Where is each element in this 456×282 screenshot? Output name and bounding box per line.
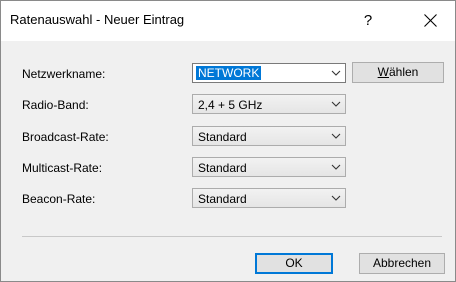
broadcast-rate-label: Broadcast-Rate: [22,130,109,144]
chevron-down-icon [331,164,341,170]
cancel-button[interactable]: Abbrechen [359,253,445,274]
chevron-down-icon [331,101,341,107]
beacon-rate-select[interactable]: Standard [192,188,346,208]
choose-button-label: ählen [388,65,419,79]
network-name-combobox[interactable]: NETWORK [192,63,346,83]
choose-button[interactable]: Wählen [352,62,444,83]
choose-button-mnemonic: W [377,65,389,79]
close-icon [424,14,437,27]
multicast-rate-label: Multicast-Rate: [22,161,103,175]
chevron-down-icon [331,195,341,201]
dialog-title: Ratenauswahl - Neuer Eintrag [10,12,185,27]
broadcast-rate-select[interactable]: Standard [192,126,346,146]
radio-band-label: Radio-Band: [22,98,89,112]
ok-button[interactable]: OK [255,253,333,274]
separator [22,236,442,237]
chevron-down-icon [331,133,341,139]
network-name-label: Netzwerkname: [22,67,106,81]
radio-band-select[interactable]: 2,4 + 5 GHz [192,94,346,114]
multicast-rate-value: Standard [198,161,247,175]
radio-band-value: 2,4 + 5 GHz [198,98,263,112]
rate-selection-dialog: Ratenauswahl - Neuer Eintrag ? Netzwerkn… [0,0,456,282]
close-button[interactable] [413,9,447,33]
chevron-down-icon[interactable] [331,70,341,77]
network-name-value[interactable]: NETWORK [196,66,262,80]
multicast-rate-select[interactable]: Standard [192,157,346,177]
help-button[interactable]: ? [353,9,383,33]
beacon-rate-value: Standard [198,192,247,206]
title-bar: Ratenauswahl - Neuer Eintrag ? [1,1,455,41]
broadcast-rate-value: Standard [198,130,247,144]
beacon-rate-label: Beacon-Rate: [22,192,96,206]
